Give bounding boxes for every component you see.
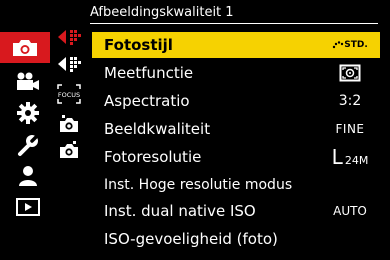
dual-iso-value: AUTO (333, 204, 367, 218)
category-video[interactable] (9, 69, 47, 95)
category-photo[interactable] (0, 32, 50, 63)
menu-item-aspectratio[interactable]: Aspectratio 3:2 (92, 88, 380, 114)
menu-item-label: Fotoresolutie (104, 148, 202, 166)
aspectratio-value: 3:2 (338, 93, 362, 109)
menu-item-label: Inst. dual native ISO (104, 202, 256, 220)
menu-item-meetfunctie[interactable]: Meetfunctie (92, 60, 380, 86)
menu-item-fotoresolutie[interactable]: Fotoresolutie L 24M (92, 144, 380, 170)
camera-settings-tab-2-icon (60, 141, 78, 158)
category-custom[interactable] (9, 100, 47, 126)
menu-item-label: Aspectratio (104, 92, 190, 110)
menu-item-dual-native-iso[interactable]: Inst. dual native ISO AUTO (92, 198, 380, 224)
category-setup[interactable] (9, 132, 47, 158)
person-icon (19, 166, 37, 186)
category-playback[interactable] (9, 194, 47, 220)
menu-item-label: Inst. Hoge resolutie modus (104, 177, 293, 193)
fotoresolutie-value: L 24M (331, 145, 369, 169)
subtab-focus[interactable]: FOCUS (54, 82, 84, 106)
focus-tab-icon: FOCUS (57, 84, 81, 104)
category-my-menu[interactable] (9, 163, 47, 189)
menu-item-label: Fotostijl (104, 36, 173, 54)
movie-camera-icon (17, 72, 39, 90)
camera-icon (13, 39, 37, 56)
subtab-camera-settings-2[interactable] (54, 138, 84, 162)
wrench-icon (18, 134, 39, 156)
subtab-camera-settings-1[interactable] (54, 112, 84, 136)
svg-text:FOCUS: FOCUS (58, 91, 80, 99)
menu-item-label: Meetfunctie (104, 64, 194, 82)
menu-item-iso-gevoeligheid[interactable]: ISO-gevoeligheid (foto) (92, 226, 380, 252)
playback-icon (16, 198, 40, 216)
photo-style-dots-icon (333, 41, 344, 49)
quality-tab-2-icon (58, 57, 81, 72)
category-sidebar (0, 32, 50, 232)
title-divider (90, 23, 378, 24)
subtab-quality-2[interactable] (54, 52, 84, 76)
page-title: Afbeeldingskwaliteit 1 (90, 5, 234, 20)
meetfunctie-value (320, 60, 380, 86)
gear-icon (17, 102, 39, 124)
fotostijl-value: STD. (320, 32, 380, 58)
quality-tab-1-icon (58, 30, 81, 45)
menu-item-beeldkwaliteit[interactable]: Beeldkwaliteit FINE (92, 116, 380, 142)
camera-settings-tab-1-icon (60, 115, 78, 132)
menu-item-hoge-resolutie[interactable]: Inst. Hoge resolutie modus (92, 172, 380, 198)
menu-item-label: ISO-gevoeligheid (foto) (104, 230, 278, 248)
beeldkwaliteit-value: FINE (335, 122, 365, 136)
subtab-column: FOCUS (53, 25, 85, 165)
multi-metering-icon (339, 64, 361, 82)
menu-item-fotostijl[interactable]: Fotostijl STD. (92, 32, 380, 58)
menu-item-label: Beeldkwaliteit (104, 120, 211, 138)
subtab-quality-1[interactable] (54, 25, 84, 49)
menu-list: Fotostijl STD. Meetfunctie Aspectratio 3… (92, 32, 380, 254)
